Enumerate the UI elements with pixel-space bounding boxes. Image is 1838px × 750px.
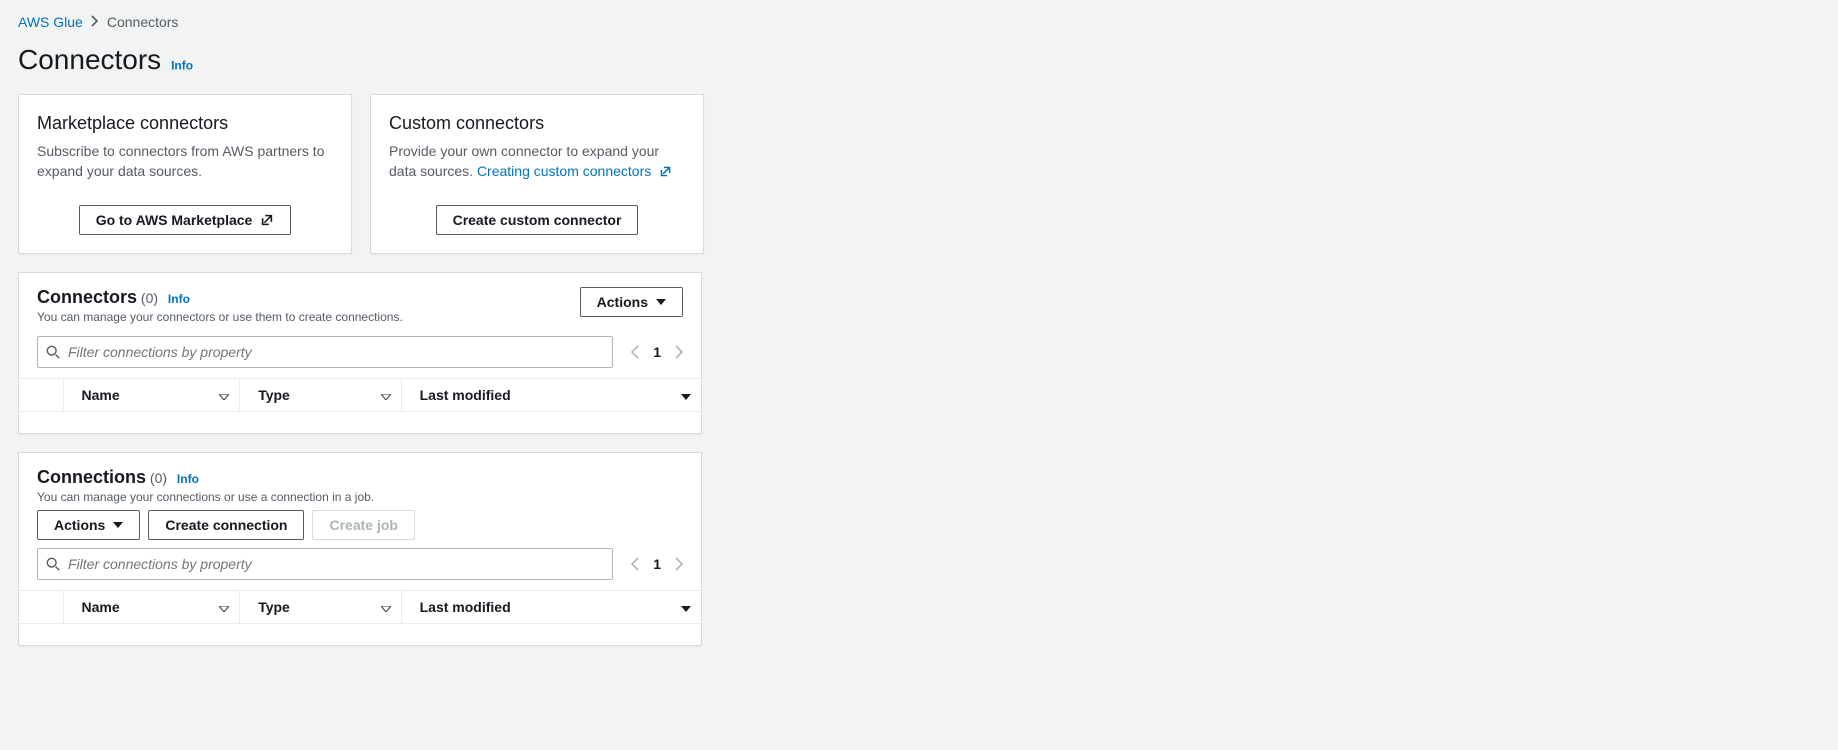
- sort-desc-icon: [681, 599, 691, 615]
- page-title: Connectors: [18, 44, 161, 76]
- create-connection-button[interactable]: Create connection: [148, 510, 304, 540]
- connectors-actions-button[interactable]: Actions: [580, 287, 683, 317]
- col-name[interactable]: Name: [63, 591, 240, 624]
- marketplace-card: Marketplace connectors Subscribe to conn…: [18, 94, 352, 254]
- connectors-search-input[interactable]: [60, 344, 604, 360]
- connections-panel: Connections (0) Info You can manage your…: [18, 452, 702, 646]
- creating-custom-connectors-label: Creating custom connectors: [477, 163, 651, 179]
- select-all-header: [19, 379, 63, 412]
- connectors-page-number: 1: [653, 344, 661, 360]
- search-icon: [46, 557, 60, 571]
- connections-info-link[interactable]: Info: [177, 472, 199, 486]
- marketplace-card-desc: Subscribe to connectors from AWS partner…: [37, 142, 333, 181]
- sort-icon: [219, 387, 229, 403]
- connectors-actions-label: Actions: [597, 294, 648, 310]
- connectors-table: Name Type Last modified: [19, 378, 701, 411]
- connections-table: Name Type Last modified: [19, 590, 701, 623]
- prev-page-button[interactable]: [631, 557, 639, 571]
- col-type-label: Type: [258, 599, 290, 615]
- sort-icon: [381, 387, 391, 403]
- sort-desc-icon: [681, 387, 691, 403]
- create-job-button: Create job: [312, 510, 414, 540]
- connectors-panel: Connectors (0) Info You can manage your …: [18, 272, 702, 434]
- breadcrumb: AWS Glue Connectors: [18, 14, 1820, 30]
- breadcrumb-current: Connectors: [107, 14, 179, 30]
- create-job-label: Create job: [329, 517, 397, 533]
- connectors-search-box[interactable]: [37, 336, 613, 368]
- custom-card-title: Custom connectors: [389, 113, 685, 134]
- connections-search-box[interactable]: [37, 548, 613, 580]
- connections-page-number: 1: [653, 556, 661, 572]
- page-header: Connectors Info: [18, 44, 1820, 76]
- connections-search-input[interactable]: [60, 556, 604, 572]
- connectors-table-body-empty: [19, 411, 701, 433]
- info-link[interactable]: Info: [171, 58, 193, 72]
- col-last-modified-label: Last modified: [420, 599, 511, 615]
- sort-icon: [381, 599, 391, 615]
- col-type[interactable]: Type: [240, 591, 401, 624]
- go-to-marketplace-button[interactable]: Go to AWS Marketplace: [79, 205, 292, 235]
- connectors-info-link[interactable]: Info: [168, 292, 190, 306]
- connections-actions-button[interactable]: Actions: [37, 510, 140, 540]
- connectors-title: Connectors: [37, 287, 137, 307]
- connections-actions-label: Actions: [54, 517, 105, 533]
- connections-subtitle: You can manage your connections or use a…: [37, 490, 374, 504]
- next-page-button[interactable]: [675, 557, 683, 571]
- search-icon: [46, 345, 60, 359]
- connectors-pager: 1: [631, 344, 683, 360]
- connections-table-body-empty: [19, 623, 701, 645]
- col-name-label: Name: [82, 599, 120, 615]
- connectors-subtitle: You can manage your connectors or use th…: [37, 310, 403, 324]
- create-custom-connector-label: Create custom connector: [453, 212, 622, 228]
- go-to-marketplace-label: Go to AWS Marketplace: [96, 212, 253, 228]
- col-type-label: Type: [258, 387, 290, 403]
- col-last-modified-label: Last modified: [420, 387, 511, 403]
- col-type[interactable]: Type: [240, 379, 401, 412]
- connections-title: Connections: [37, 467, 146, 487]
- external-link-icon: [659, 165, 672, 178]
- connections-pager: 1: [631, 556, 683, 572]
- sort-icon: [219, 599, 229, 615]
- breadcrumb-root-link[interactable]: AWS Glue: [18, 14, 83, 30]
- marketplace-card-title: Marketplace connectors: [37, 113, 333, 134]
- custom-card-desc: Provide your own connector to expand you…: [389, 142, 685, 181]
- prev-page-button[interactable]: [631, 345, 639, 359]
- connections-count: (0): [150, 470, 167, 486]
- col-last-modified[interactable]: Last modified: [401, 591, 701, 624]
- create-custom-connector-button[interactable]: Create custom connector: [436, 205, 639, 235]
- chevron-right-icon: [91, 14, 99, 30]
- creating-custom-connectors-link[interactable]: Creating custom connectors: [477, 163, 672, 179]
- col-name-label: Name: [82, 387, 120, 403]
- col-last-modified[interactable]: Last modified: [401, 379, 701, 412]
- connectors-count: (0): [141, 290, 158, 306]
- col-name[interactable]: Name: [63, 379, 240, 412]
- caret-down-icon: [656, 299, 666, 305]
- custom-card: Custom connectors Provide your own conne…: [370, 94, 704, 254]
- next-page-button[interactable]: [675, 345, 683, 359]
- select-all-header: [19, 591, 63, 624]
- caret-down-icon: [113, 522, 123, 528]
- create-connection-label: Create connection: [165, 517, 287, 533]
- cards-row: Marketplace connectors Subscribe to conn…: [18, 94, 1820, 254]
- external-link-icon: [260, 213, 274, 227]
